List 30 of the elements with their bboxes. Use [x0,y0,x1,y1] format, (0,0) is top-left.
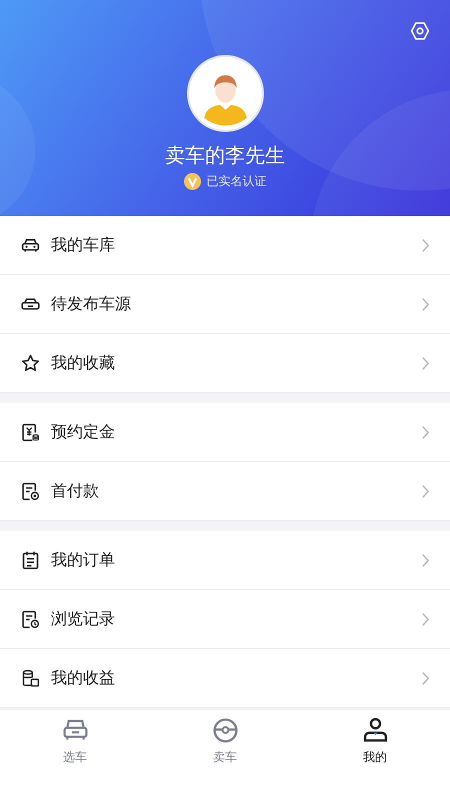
steering-wheel-icon [210,716,240,745]
document-coin-icon [20,480,41,502]
chevron-right-icon [421,612,430,626]
menu-item[interactable]: 我的收益 [0,649,450,708]
chevron-right-icon [421,670,430,686]
tab[interactable]: 选车 [0,710,150,766]
menu-item[interactable]: 我的订单 [0,531,450,590]
avatar[interactable] [186,55,264,132]
tab[interactable]: 我的 [300,710,450,766]
coin-stack-icon [20,668,41,688]
menu-item[interactable]: 待发布车源 [0,275,450,334]
tab[interactable]: 卖车 [150,710,300,766]
yuan-document-icon [20,422,41,442]
menu-item[interactable]: 我的车库 [0,216,450,275]
user-name: 卖车的李先生 [165,142,285,168]
chevron-right-icon [421,356,430,370]
chevron-right-icon [421,238,430,252]
star-icon [20,352,41,374]
verification-status: 已实名认证 [206,173,266,190]
menu-item[interactable]: 首付款 [0,462,450,521]
settings-icon[interactable] [410,21,430,41]
clipboard-icon [20,550,41,570]
chevron-right-icon [421,296,430,312]
chevron-right-icon [421,484,430,498]
chevron-right-icon [421,424,430,440]
menu-item[interactable]: 我的收藏 [0,334,450,393]
menu-item[interactable]: 预约定金 [0,403,450,462]
menu-item[interactable]: 浏览记录 [0,590,450,649]
chevron-right-icon [421,552,430,568]
document-clock-icon [20,608,41,630]
